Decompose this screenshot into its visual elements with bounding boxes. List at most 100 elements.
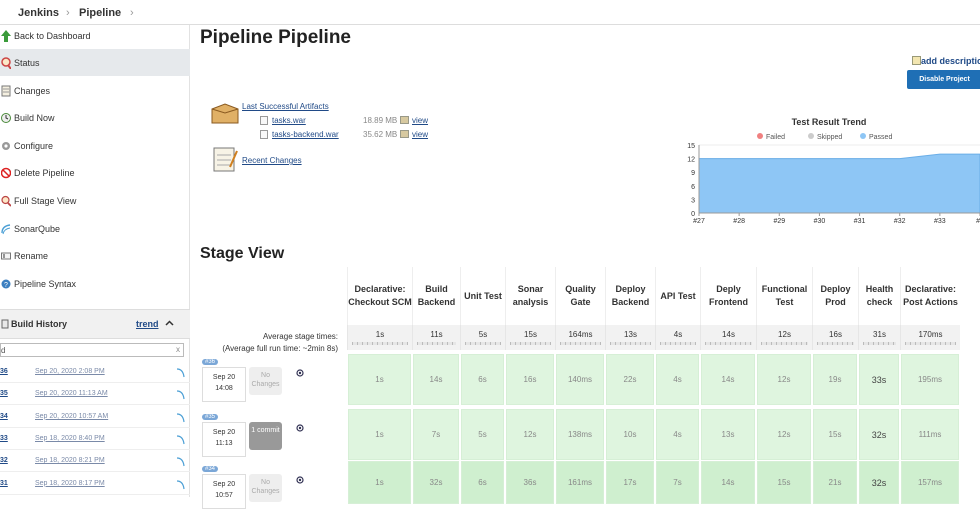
stage-cell[interactable]: 4s — [656, 354, 699, 405]
stage-cell[interactable]: 16s — [506, 354, 554, 405]
build-id-badge[interactable]: #35 — [202, 414, 219, 420]
stage-cell[interactable]: 111ms — [901, 409, 959, 460]
y-tick-label: 6 — [691, 184, 695, 191]
add-description-link[interactable]: add description — [912, 56, 980, 66]
stage-cell[interactable]: 14s — [701, 354, 755, 405]
stage-cell[interactable]: 22s — [606, 354, 654, 405]
build-date-link[interactable]: Sep 18, 2020 8:40 PM — [35, 435, 105, 442]
last-successful-artifacts-link[interactable]: Last Successful Artifacts — [242, 102, 329, 111]
stage-cell[interactable]: 1s — [348, 354, 411, 405]
sidebar-item-full-stage-view[interactable]: Full Stage View — [0, 187, 190, 214]
run-date: Sep 20 — [212, 429, 236, 436]
stage-cell[interactable]: 10s — [606, 409, 654, 460]
stage-cell[interactable]: 12s — [757, 354, 811, 405]
build-number-link[interactable]: 36 — [0, 368, 8, 375]
stage-cell[interactable]: 13s — [701, 409, 755, 460]
stage-cell[interactable]: 12s — [506, 409, 554, 460]
average-time-value: 4s — [673, 330, 683, 339]
stage-cell[interactable]: 33s — [859, 354, 899, 405]
stage-cell[interactable]: 6s — [461, 461, 504, 504]
build-number-link[interactable]: 34 — [0, 413, 8, 420]
build-history-row[interactable]: 34 Sep 20, 2020 10:57 AM — [0, 406, 190, 428]
console-output-icon[interactable] — [176, 411, 186, 423]
sidebar-item-back-to-dashboard[interactable]: Back to Dashboard — [0, 22, 190, 49]
stage-cell[interactable]: 140ms — [556, 354, 604, 405]
build-number-link[interactable]: 33 — [0, 435, 8, 442]
build-id-badge[interactable]: #36 — [202, 359, 219, 365]
stage-cell[interactable]: 161ms — [556, 461, 604, 504]
build-date-link[interactable]: Sep 18, 2020 8:17 PM — [35, 480, 105, 487]
sidebar-item-rename[interactable]: Rename — [0, 242, 190, 269]
build-number-link[interactable]: 32 — [0, 457, 8, 464]
build-history-row[interactable]: 31 Sep 18, 2020 8:17 PM — [0, 473, 190, 495]
stage-cell[interactable]: 138ms — [556, 409, 604, 460]
details-icon[interactable] — [296, 476, 304, 484]
stage-cell[interactable]: 36s — [506, 461, 554, 504]
sidebar-item-label: Full Stage View — [14, 195, 77, 206]
stage-cell[interactable]: 1s — [348, 461, 411, 504]
build-history-row[interactable]: 33 Sep 18, 2020 8:40 PM — [0, 428, 190, 450]
sidebar-item-delete-pipeline[interactable]: Delete Pipeline — [0, 159, 190, 186]
stage-cell[interactable]: 32s — [859, 461, 899, 504]
chevron-up-icon[interactable] — [165, 319, 174, 328]
breadcrumb-pipeline[interactable]: Pipeline — [79, 7, 121, 19]
sidebar-item-configure[interactable]: Configure — [0, 132, 190, 159]
stage-cell[interactable]: 14s — [413, 354, 459, 405]
console-output-icon[interactable] — [176, 433, 186, 445]
artifact-link[interactable]: tasks.war — [272, 116, 306, 125]
changes-badge[interactable]: No Changes — [249, 367, 282, 395]
stage-cell[interactable]: 1s — [348, 409, 411, 460]
build-date-link[interactable]: Sep 20, 2020 11:13 AM — [35, 390, 108, 397]
build-history-row[interactable]: 36 Sep 20, 2020 2:08 PM — [0, 361, 190, 383]
build-date-link[interactable]: Sep 20, 2020 2:08 PM — [35, 368, 105, 375]
build-date-link[interactable]: Sep 20, 2020 10:57 AM — [35, 413, 108, 420]
console-output-icon[interactable] — [176, 366, 186, 378]
stage-cell[interactable]: 12s — [757, 409, 811, 460]
average-stage-time: 170ms — [900, 325, 960, 350]
stage-cell[interactable]: 32s — [413, 461, 459, 504]
breadcrumb-jenkins[interactable]: Jenkins — [18, 7, 59, 19]
build-date-link[interactable]: Sep 18, 2020 8:21 PM — [35, 457, 105, 464]
stage-cell[interactable]: 15s — [757, 461, 811, 504]
stage-cell[interactable]: 19s — [813, 354, 857, 405]
stage-cell[interactable]: 32s — [859, 409, 899, 460]
stage-cell[interactable]: 14s — [701, 461, 755, 504]
sidebar-item-build-now[interactable]: Build Now — [0, 104, 190, 131]
build-number-link[interactable]: 35 — [0, 390, 8, 397]
clear-filter-icon[interactable]: x — [176, 345, 180, 354]
disable-project-button[interactable]: Disable Project — [907, 70, 980, 89]
recent-changes-link[interactable]: Recent Changes — [242, 156, 302, 165]
stage-cell[interactable]: 4s — [656, 409, 699, 460]
build-filter-input[interactable]: d x — [0, 343, 184, 357]
trend-link[interactable]: trend — [136, 319, 159, 329]
stage-cell[interactable]: 157ms — [901, 461, 959, 504]
build-history-row[interactable]: 32 Sep 18, 2020 8:21 PM — [0, 450, 190, 473]
sidebar-item-pipeline-syntax[interactable]: ? Pipeline Syntax — [0, 270, 190, 297]
sidebar-item-status[interactable]: Status — [0, 49, 190, 76]
console-output-icon[interactable] — [176, 455, 186, 467]
x-tick-label: #3 — [976, 218, 980, 223]
console-output-icon[interactable] — [176, 478, 186, 490]
stage-cell[interactable]: 7s — [413, 409, 459, 460]
artifact-view-link[interactable]: view — [412, 130, 428, 139]
details-icon[interactable] — [296, 424, 304, 432]
changes-badge[interactable]: No Changes — [249, 474, 282, 502]
build-id-badge[interactable]: #34 — [202, 466, 219, 472]
build-number-link[interactable]: 31 — [0, 480, 8, 487]
changes-badge[interactable]: 1 commit — [249, 422, 282, 450]
build-history-row[interactable]: 35 Sep 20, 2020 11:13 AM — [0, 383, 190, 406]
time-bar — [705, 342, 752, 345]
details-icon[interactable] — [296, 369, 304, 377]
stage-cell[interactable]: 15s — [813, 409, 857, 460]
stage-cell[interactable]: 5s — [461, 409, 504, 460]
sidebar-item-changes[interactable]: Changes — [0, 77, 190, 104]
artifact-link[interactable]: tasks-backend.war — [272, 130, 339, 139]
stage-cell[interactable]: 6s — [461, 354, 504, 405]
stage-cell[interactable]: 7s — [656, 461, 699, 504]
artifact-view-link[interactable]: view — [412, 116, 428, 125]
sidebar-item-sonarqube[interactable]: SonarQube — [0, 215, 190, 242]
stage-cell[interactable]: 17s — [606, 461, 654, 504]
stage-cell[interactable]: 195ms — [901, 354, 959, 405]
console-output-icon[interactable] — [176, 388, 186, 400]
stage-cell[interactable]: 21s — [813, 461, 857, 504]
